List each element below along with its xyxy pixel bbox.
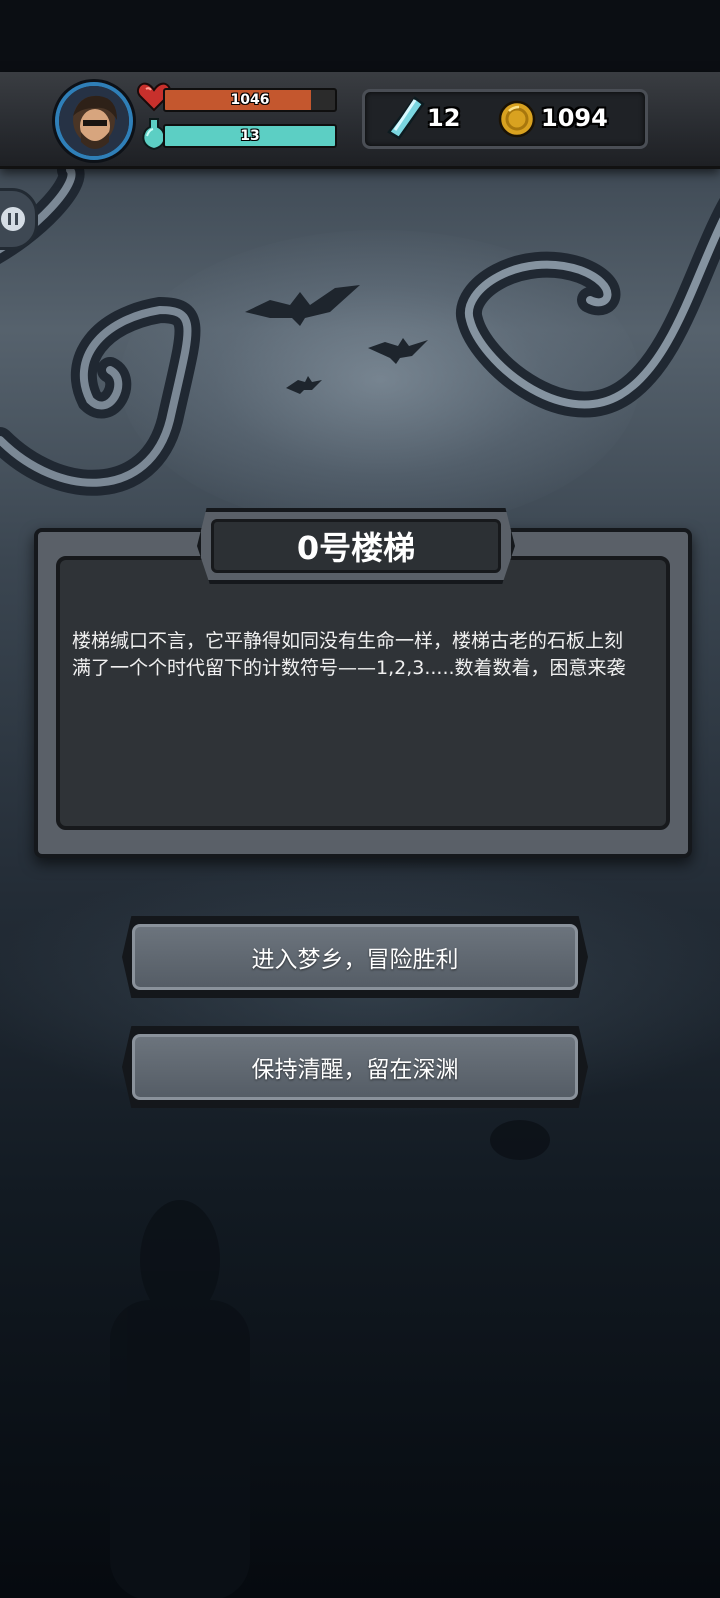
bat-large <box>245 285 360 326</box>
game-screen: 1046 13 12 1094 楼梯缄口不言，它平静得如同没有生命一样，楼梯古老… <box>0 0 720 1598</box>
health-bar: 1046 <box>163 88 337 112</box>
coin-count: 1094 <box>541 104 608 132</box>
currency-panel: 12 1094 <box>362 89 648 149</box>
bats <box>245 285 428 394</box>
choice-sleep-button[interactable]: 进入梦乡，冒险胜利 <box>122 916 588 998</box>
player-avatar[interactable] <box>55 82 133 160</box>
crystal-count: 12 <box>427 104 461 132</box>
health-value: 1046 <box>230 92 270 108</box>
crystal-icon <box>387 96 425 140</box>
player-portrait-icon <box>59 86 129 156</box>
mana-value: 13 <box>240 128 260 144</box>
choice-sleep-label: 进入梦乡，冒险胜利 <box>132 924 578 990</box>
choice-stay-awake-button[interactable]: 保持清醒，留在深渊 <box>122 1026 588 1108</box>
event-dialog-panel <box>56 556 670 830</box>
event-title-plate: 0号楼梯 <box>197 508 515 584</box>
side-menu-tab[interactable] <box>0 188 38 250</box>
event-description: 楼梯缄口不言，它平静得如同没有生命一样，楼梯古老的石板上刻满了一个个时代留下的计… <box>72 630 626 679</box>
pause-icon <box>1 207 25 231</box>
bat-medium <box>368 338 428 364</box>
bat-small <box>286 376 322 394</box>
event-title: 0号楼梯 <box>211 519 501 573</box>
choice-stay-awake-label: 保持清醒，留在深渊 <box>132 1034 578 1100</box>
coin-icon <box>498 100 536 138</box>
ground-silhouettes <box>110 1120 550 1598</box>
mana-bar: 13 <box>163 124 337 148</box>
status-bar: 1046 13 12 1094 <box>0 72 720 169</box>
